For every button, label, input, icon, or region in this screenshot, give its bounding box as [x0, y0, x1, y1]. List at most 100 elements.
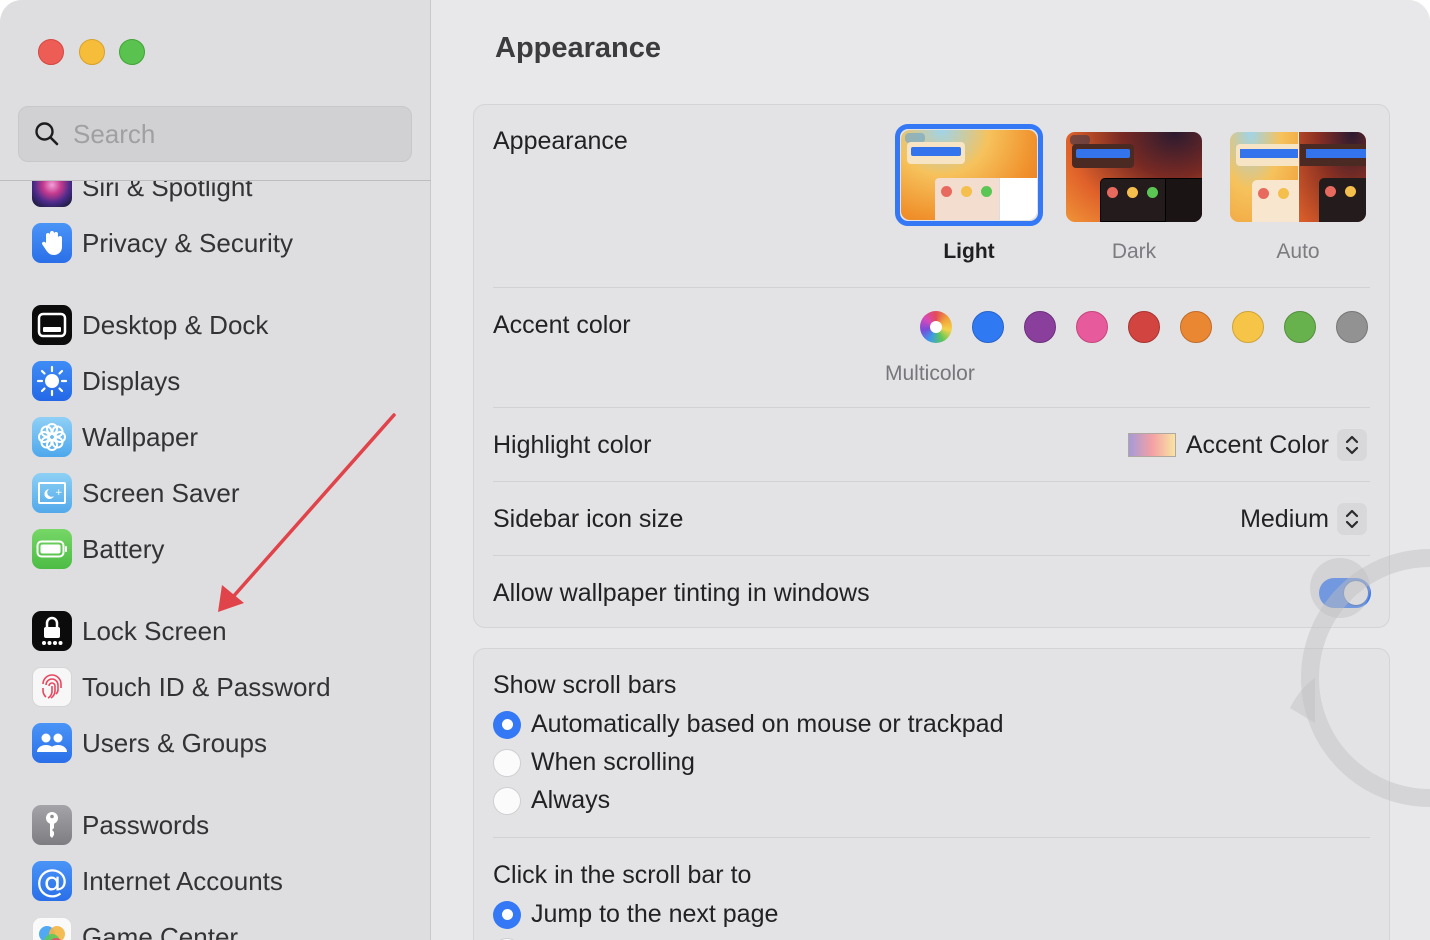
appearance-option-label: Auto: [1276, 240, 1320, 263]
sidebar-item-label: Desktop & Dock: [82, 309, 269, 340]
accent-swatch-multicolor[interactable]: [920, 311, 952, 343]
appearance-option-light[interactable]: [901, 130, 1037, 220]
chevron-up-down-icon: [1337, 429, 1367, 461]
accent-swatch-purple[interactable]: [1024, 311, 1056, 343]
sidebar-item-label: Internet Accounts: [82, 865, 283, 896]
search-field[interactable]: [18, 106, 412, 162]
accent-color-label: Accent color: [493, 311, 631, 339]
sidebar-item-label: Game Center: [82, 921, 239, 940]
sidebar-item-desktop-dock[interactable]: Desktop & Dock: [32, 303, 268, 347]
sidebar-item-label: Users & Groups: [82, 727, 267, 758]
separator: [493, 407, 1370, 408]
svg-text:+: +: [55, 488, 63, 498]
radio-label: Always: [531, 786, 611, 814]
lock-icon: [32, 611, 72, 651]
separator: [493, 837, 1370, 838]
sidebar-icon-size-label: Sidebar icon size: [493, 505, 684, 533]
radio-label: When scrolling: [531, 748, 695, 776]
radio-label: Automatically based on mouse or trackpad: [531, 710, 1004, 738]
radio-button[interactable]: [493, 748, 521, 777]
sidebar-item-battery[interactable]: Battery: [32, 527, 164, 571]
appearance-option-auto[interactable]: [1230, 132, 1366, 222]
sidebar-icon-size-value: Medium: [1240, 504, 1329, 533]
sidebar-item-label: Wallpaper: [82, 421, 199, 452]
wallpaper-tinting-toggle[interactable]: [1319, 578, 1371, 608]
accent-selected-name: Multicolor: [885, 362, 975, 385]
highlight-color-popup[interactable]: Accent Color: [1127, 429, 1367, 461]
users-icon: [32, 723, 72, 763]
separator: [493, 287, 1370, 288]
sidebar-item-screen-saver[interactable]: + Screen Saver: [32, 471, 240, 515]
separator: [493, 481, 1370, 482]
sidebar: Siri & Spotlight Privacy & Security Desk…: [0, 0, 431, 940]
accent-swatch-blue[interactable]: [972, 311, 1004, 343]
radio-jump-next-page[interactable]: Jump to the next page: [493, 900, 778, 929]
click-scroll-bar-label: Click in the scroll bar to: [493, 861, 752, 889]
accent-swatch-red[interactable]: [1128, 311, 1160, 343]
fingerprint-icon: [32, 667, 72, 707]
page-title: Appearance: [495, 32, 662, 64]
radio-label: Jump to the next page: [531, 900, 779, 928]
appearance-option-dark[interactable]: [1066, 132, 1202, 222]
wallpaper-tinting-label: Allow wallpaper tinting in windows: [493, 579, 870, 607]
appearance-label: Appearance: [493, 127, 628, 155]
radio-button[interactable]: [493, 900, 521, 929]
sidebar-item-label: Screen Saver: [82, 477, 240, 508]
system-settings-window: Siri & Spotlight Privacy & Security Desk…: [0, 0, 1430, 940]
chevron-up-down-icon: [1337, 503, 1367, 535]
sidebar-item-wallpaper[interactable]: Wallpaper: [32, 415, 198, 459]
sidebar-item-users-groups[interactable]: Users & Groups: [32, 721, 267, 765]
toggle-knob: [1343, 580, 1369, 606]
zoom-button[interactable]: [119, 39, 145, 65]
sidebar-item-label: Passwords: [82, 809, 210, 840]
minimize-button[interactable]: [79, 39, 105, 65]
appearance-settings-card: Appearance Light Dark Auto Accent color …: [473, 104, 1390, 628]
flower-icon: [32, 417, 72, 457]
highlight-color-value: Accent Color: [1185, 430, 1329, 459]
appearance-option-label: Dark: [1111, 240, 1157, 263]
sidebar-item-label: Siri & Spotlight: [82, 181, 253, 202]
sun-icon: [32, 361, 72, 401]
sidebar-item-touch-id-password[interactable]: Touch ID & Password: [32, 665, 331, 709]
sidebar-item-label: Battery: [82, 533, 165, 564]
sidebar-item-displays[interactable]: Displays: [32, 359, 180, 403]
dock-icon: [32, 305, 72, 345]
accent-swatch-yellow[interactable]: [1232, 311, 1264, 343]
sidebar-icon-size-popup[interactable]: Medium: [1240, 503, 1367, 535]
sidebar-item-label: Lock Screen: [82, 615, 227, 646]
game-center-icon: [32, 917, 72, 940]
separator: [493, 555, 1370, 556]
radio-scroll-always[interactable]: Always: [493, 786, 610, 815]
key-icon: [32, 805, 72, 845]
sidebar-list[interactable]: Siri & Spotlight Privacy & Security Desk…: [0, 181, 430, 940]
close-button[interactable]: [38, 39, 64, 65]
sidebar-item-passwords[interactable]: Passwords: [32, 803, 209, 847]
at-icon: @: [32, 861, 72, 901]
sidebar-item-internet-accounts[interactable]: @ Internet Accounts: [32, 859, 283, 903]
sidebar-item-privacy-security[interactable]: Privacy & Security: [32, 221, 293, 265]
sidebar-item-label: Displays: [82, 365, 181, 396]
accent-swatch-orange[interactable]: [1180, 311, 1212, 343]
radio-button[interactable]: [493, 710, 521, 739]
hand-icon: [32, 223, 72, 263]
main-pane: Appearance Appearance Light Dark Auto Ac…: [432, 0, 1430, 940]
scroll-settings-card: Show scroll bars Automatically based on …: [473, 648, 1390, 940]
sidebar-item-lock-screen[interactable]: Lock Screen: [32, 609, 227, 653]
sidebar-item-label: Touch ID & Password: [82, 671, 331, 702]
sidebar-item-label: Privacy & Security: [82, 227, 293, 258]
highlight-color-label: Highlight color: [493, 431, 652, 459]
screen-saver-icon: +: [32, 473, 72, 513]
search-icon: [35, 122, 59, 146]
show-scroll-bars-label: Show scroll bars: [493, 671, 677, 699]
radio-scroll-when-scrolling[interactable]: When scrolling: [493, 748, 695, 777]
accent-swatch-pink[interactable]: [1076, 311, 1108, 343]
accent-swatch-graphite[interactable]: [1336, 311, 1368, 343]
highlight-color-preview: [1127, 433, 1176, 457]
sidebar-item-siri-spotlight[interactable]: Siri & Spotlight: [32, 181, 253, 209]
accent-swatch-green[interactable]: [1284, 311, 1316, 343]
battery-icon: [32, 529, 72, 569]
search-input[interactable]: [73, 118, 393, 150]
sidebar-item-game-center[interactable]: Game Center: [32, 915, 238, 940]
radio-scroll-automatic[interactable]: Automatically based on mouse or trackpad: [493, 710, 1003, 739]
radio-button[interactable]: [493, 786, 521, 815]
